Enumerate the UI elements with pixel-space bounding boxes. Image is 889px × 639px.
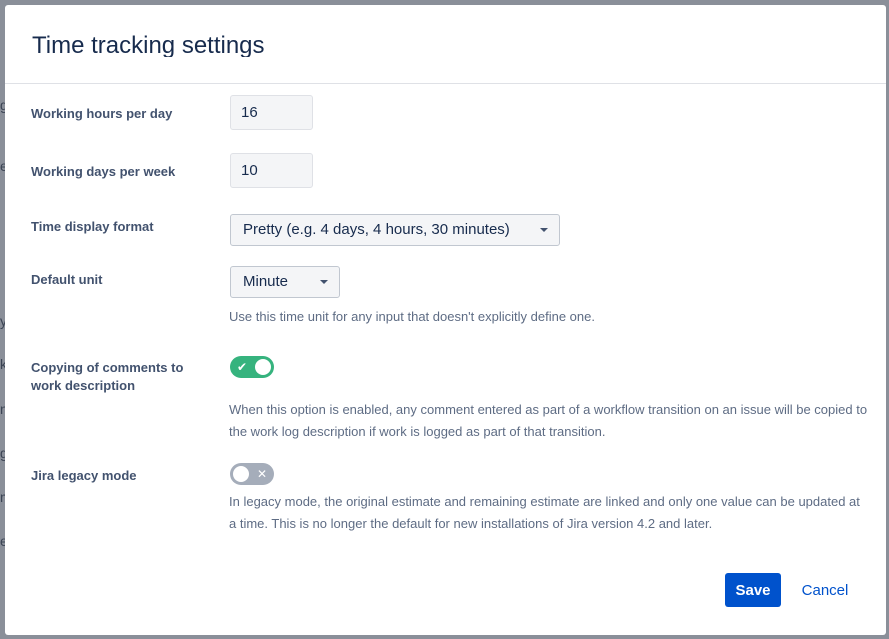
legacy-mode-toggle[interactable]: ✕ (230, 463, 274, 485)
check-icon: ✔ (237, 360, 248, 374)
legacy-mode-help: In legacy mode, the original estimate an… (229, 494, 860, 531)
default-unit-help: Use this time unit for any input that do… (229, 309, 595, 324)
working-days-input[interactable]: 10 (230, 153, 313, 188)
cancel-button[interactable]: Cancel (793, 573, 857, 607)
copy-comments-label: Copying of comments to work description (31, 360, 184, 393)
dialog-title: Time tracking settings (32, 32, 265, 57)
default-unit-value: Minute (243, 273, 289, 290)
toggle-knob (255, 359, 271, 375)
default-unit-select[interactable]: Minute (230, 266, 340, 298)
cross-icon: ✕ (256, 467, 267, 481)
dialog-header: Time tracking settings (5, 5, 886, 84)
toggle-knob (233, 466, 249, 482)
chevron-down-icon (320, 280, 328, 284)
save-button[interactable]: Save (725, 573, 781, 607)
time-tracking-dialog: Time tracking settings Working hours per… (5, 5, 886, 635)
chevron-down-icon (540, 228, 548, 232)
copy-comments-help: When this option is enabled, any comment… (229, 402, 868, 439)
time-display-format-label: Time display format (31, 219, 154, 234)
copy-comments-toggle[interactable]: ✔ (230, 356, 274, 378)
working-days-label: Working days per week (31, 164, 176, 179)
legacy-mode-label: Jira legacy mode (31, 468, 137, 483)
working-hours-label: Working hours per day (31, 106, 173, 121)
time-display-format-select[interactable]: Pretty (e.g. 4 days, 4 hours, 30 minutes… (230, 214, 560, 246)
default-unit-label: Default unit (31, 272, 103, 287)
time-display-format-value: Pretty (e.g. 4 days, 4 hours, 30 minutes… (243, 221, 510, 238)
working-hours-input[interactable]: 16 (230, 95, 313, 130)
